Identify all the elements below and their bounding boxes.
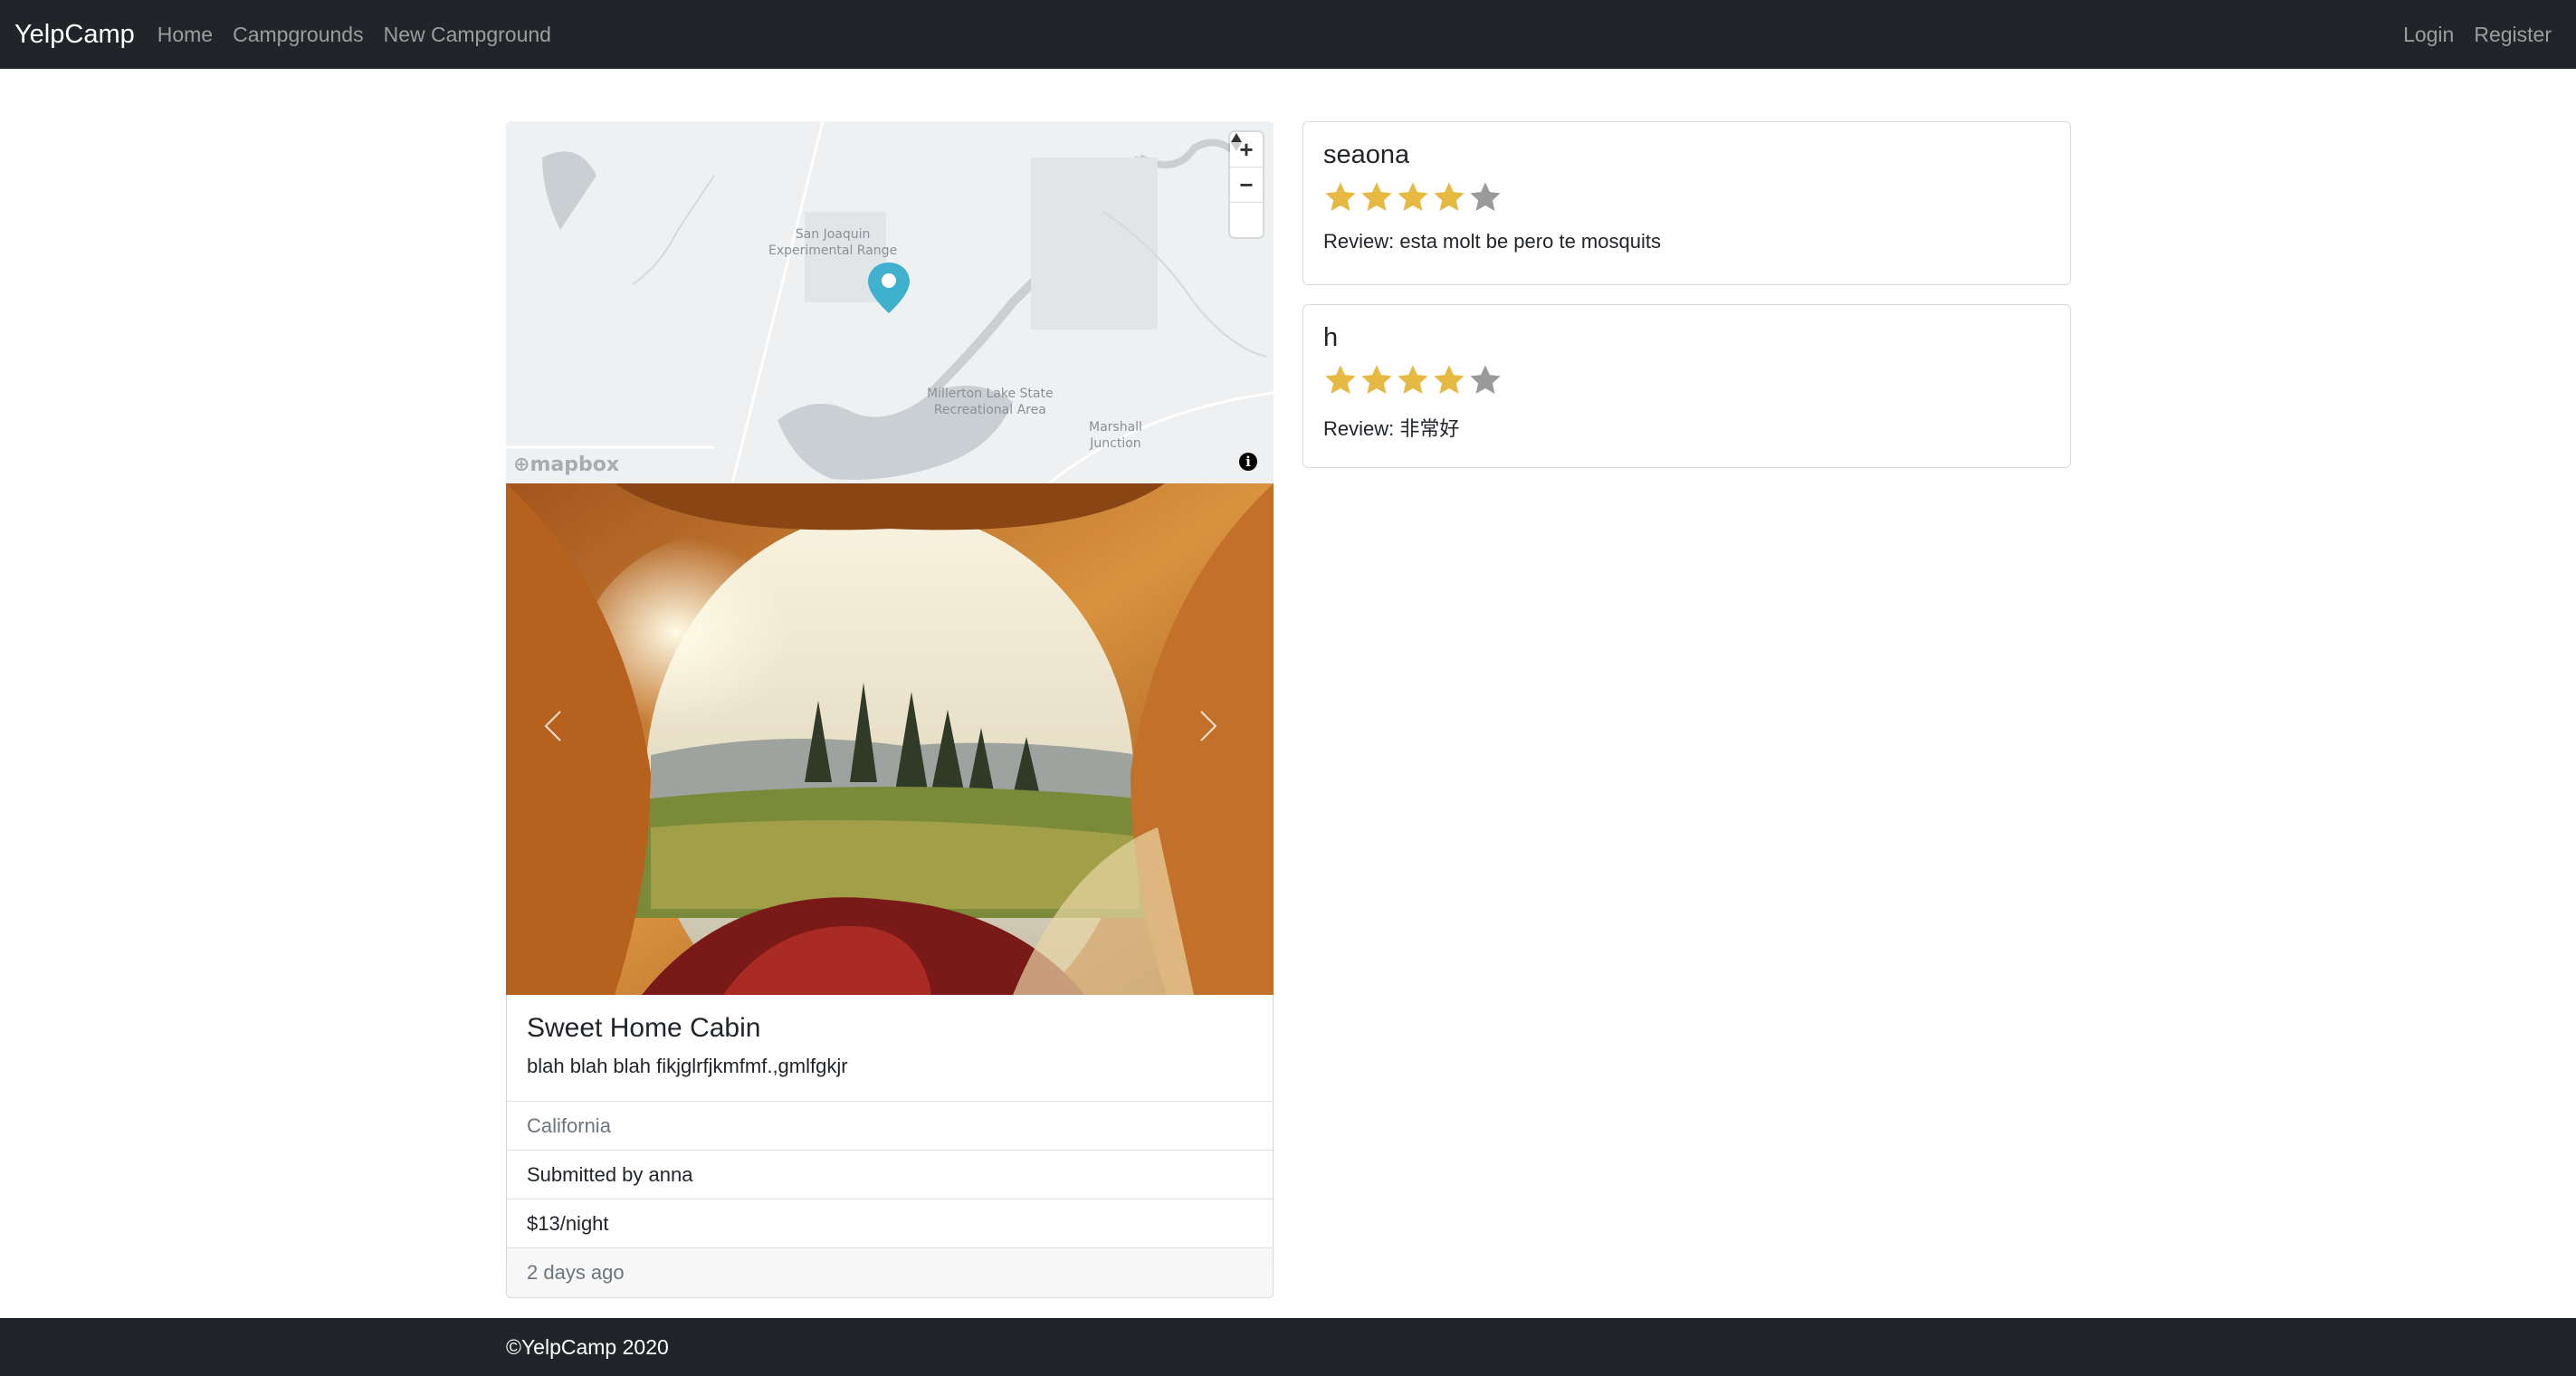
campground-image-carousel xyxy=(506,483,1274,995)
star-filled-icon xyxy=(1434,365,1465,395)
star-filled-icon xyxy=(1434,182,1465,212)
review-card: h Review: 非常好 xyxy=(1302,304,2071,468)
navbar: YelpCamp Home Campgrounds New Campground… xyxy=(0,0,2576,69)
nav-link-campgrounds[interactable]: Campgrounds xyxy=(233,23,363,47)
campground-title: Sweet Home Cabin xyxy=(527,1013,761,1043)
campground-description: blah blah blah fikjglrfjkmfmf.,gmlfgkjr xyxy=(527,1055,848,1077)
star-rating xyxy=(1323,179,2050,215)
chevron-right-icon xyxy=(1200,711,1217,741)
campground-timestamp: 2 days ago xyxy=(507,1248,1273,1297)
star-filled-icon xyxy=(1361,182,1392,212)
zoom-out-button[interactable]: − xyxy=(1230,167,1263,203)
map-terrain xyxy=(506,121,1274,483)
nav-right: Login Register xyxy=(2393,23,2562,47)
campground-photo xyxy=(506,483,1274,995)
review-author: h xyxy=(1323,323,1339,352)
map-label-marshall: Marshall Junction xyxy=(1089,420,1142,451)
nav-link-register[interactable]: Register xyxy=(2474,23,2552,47)
minus-icon: − xyxy=(1239,170,1254,198)
card-body: Sweet Home Cabin blah blah blah fikjglrf… xyxy=(507,995,1273,1102)
star-filled-icon xyxy=(1398,365,1428,395)
review-text: Review: 非常好 xyxy=(1323,417,1460,440)
map-label-millerton: Millerton Lake State Recreational Area xyxy=(927,387,1054,417)
mapbox-logo-icon: ⊕ xyxy=(513,454,530,476)
compass-button[interactable] xyxy=(1230,133,1263,237)
compass-icon xyxy=(1231,133,1242,151)
star-filled-icon xyxy=(1361,365,1392,395)
mapbox-logo[interactable]: ⊕mapbox xyxy=(513,454,619,476)
footer: ©YelpCamp 2020 xyxy=(0,1318,2576,1376)
review-card: seaona Review: esta molt be pero te mosq… xyxy=(1302,121,2071,285)
star-filled-icon xyxy=(1325,182,1356,212)
chevron-left-icon xyxy=(544,711,561,741)
carousel-next-button[interactable] xyxy=(1199,710,1236,764)
nav-link-home[interactable]: Home xyxy=(157,23,213,47)
review-author: seaona xyxy=(1323,140,1410,169)
star-filled-icon xyxy=(1398,182,1428,212)
map-controls: + − xyxy=(1230,132,1263,237)
campground-card: Sweet Home Cabin blah blah blah fikjglrf… xyxy=(506,995,1274,1298)
campground-price: $13/night xyxy=(507,1199,1273,1248)
map[interactable]: San Joaquin Experimental Range Millerton… xyxy=(506,121,1274,483)
carousel-prev-button[interactable] xyxy=(544,710,580,764)
footer-copyright: ©YelpCamp 2020 xyxy=(506,1334,669,1359)
review-text: Review: esta molt be pero te mosquits xyxy=(1323,230,1661,253)
nav-link-new-campground[interactable]: New Campground xyxy=(384,23,551,47)
campground-author: Submitted by anna xyxy=(507,1151,1273,1199)
info-icon[interactable]: i xyxy=(1239,453,1257,471)
map-label-san-joaquin: San Joaquin Experimental Range xyxy=(768,227,898,258)
brand-logo[interactable]: YelpCamp xyxy=(14,20,135,50)
campground-location: California xyxy=(507,1102,1273,1151)
star-rating xyxy=(1323,362,2050,398)
nav-link-login[interactable]: Login xyxy=(2403,23,2454,47)
star-empty-icon xyxy=(1470,365,1501,395)
star-empty-icon xyxy=(1470,182,1501,212)
star-filled-icon xyxy=(1325,365,1356,395)
